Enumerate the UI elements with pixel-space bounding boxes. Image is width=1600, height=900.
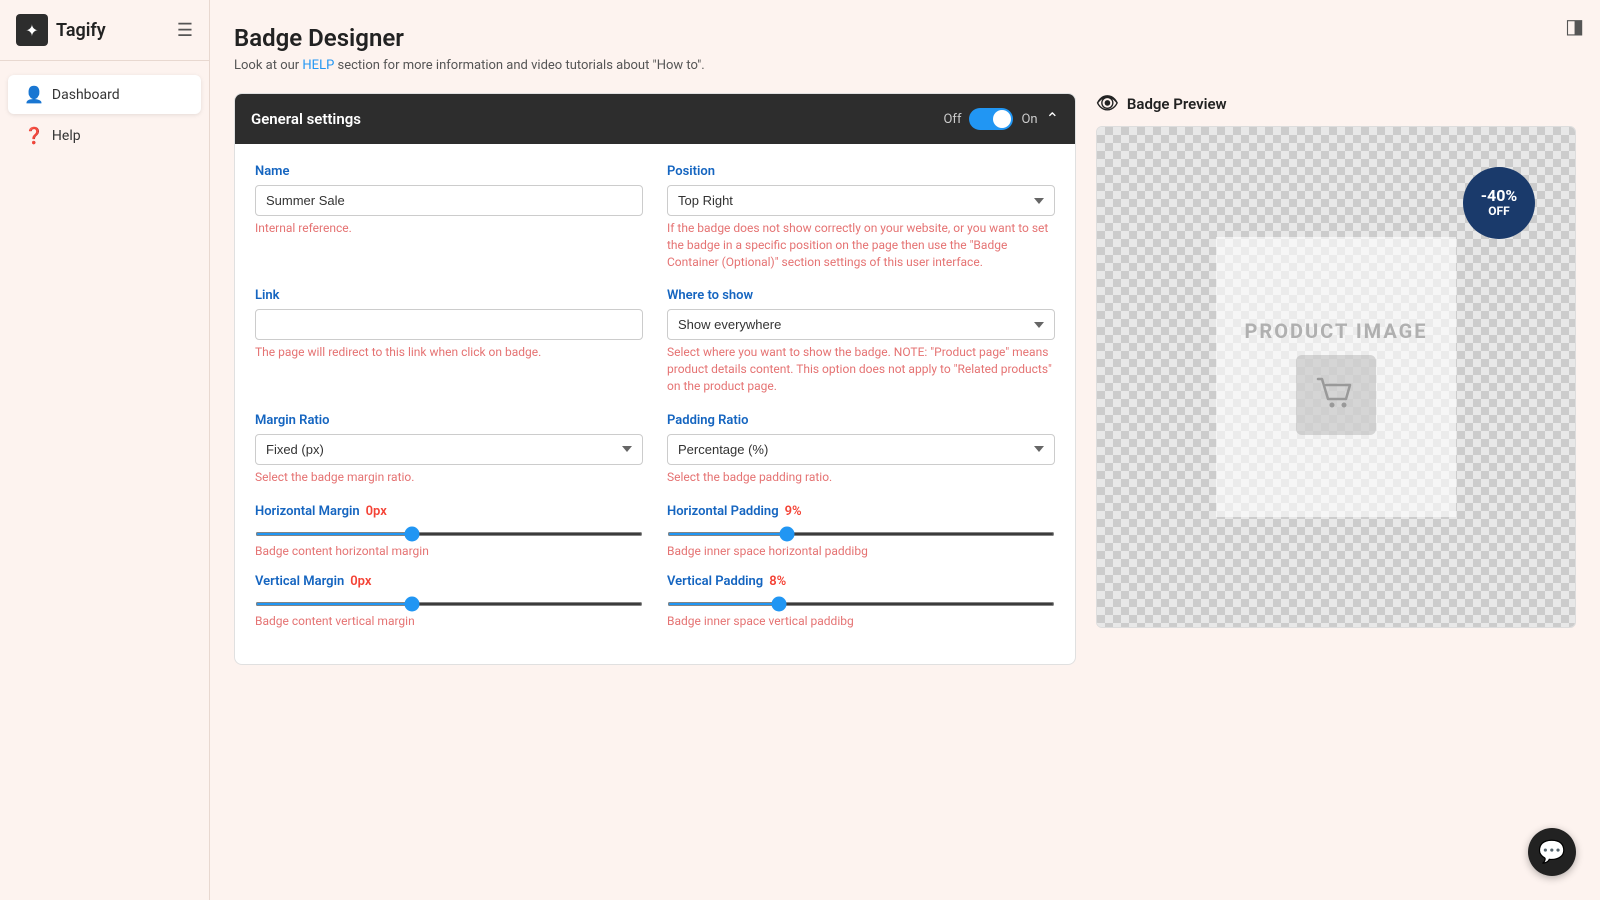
position-select[interactable]: Top RightTop LeftBottom RightBottom Left… [667,185,1055,216]
padding-ratio-select[interactable]: Percentage (%)Fixed (px) [667,434,1055,465]
padding-ratio-field-group: Padding Ratio Percentage (%)Fixed (px) S… [667,413,1055,486]
vertical-padding-label: Vertical Padding [667,574,763,589]
vertical-padding-value: 8% [769,574,786,589]
link-input[interactable] [255,309,643,340]
sidebar-logo: ✦ Tagify ☰ [0,0,209,61]
horizontal-padding-range[interactable] [667,532,1055,536]
horizontal-padding-label: Horizontal Padding [667,504,779,519]
position-field-group: Position Top RightTop LeftBottom RightBo… [667,164,1055,270]
vertical-padding-slider-section: Vertical Padding 8% Badge inner space ve… [667,574,1055,628]
topbar-icon[interactable]: ◨ [1565,14,1584,38]
position-label: Position [667,164,1055,179]
horizontal-margin-hint: Badge content horizontal margin [255,544,643,558]
product-image-area: PRODUCT IMAGE [1216,237,1456,517]
sidebar-item-help[interactable]: ❓ Help [8,116,201,155]
toggle-knob [993,110,1011,128]
main-content: ◨ Badge Designer Look at our HELP sectio… [210,0,1600,900]
vertical-margin-range[interactable] [255,602,643,606]
toggle-on-label: On [1021,112,1037,127]
link-field-group: Link The page will redirect to this link… [255,288,643,394]
app-name: Tagify [56,20,106,41]
where-to-show-select[interactable]: Show everywhereProduct page onlyCategory… [667,309,1055,340]
checkerboard-bg: PRODUCT IMAGE -40% OFF [1097,127,1575,627]
settings-grid: Name Internal reference. Position Top Ri… [255,164,1055,644]
logo-icon: ✦ [16,14,48,46]
product-image-text: PRODUCT IMAGE [1245,319,1428,343]
link-label: Link [255,288,643,303]
sidebar-item-help-label: Help [52,128,81,144]
settings-header: General settings Off On ⌃ [235,94,1075,144]
horizontal-padding-hint: Badge inner space horizontal paddibg [667,544,1055,558]
badge-off: OFF [1488,204,1509,218]
vertical-padding-hint: Badge inner space vertical paddibg [667,614,1055,628]
vertical-margin-value: 0px [350,574,371,589]
sidebar-item-dashboard-label: Dashboard [52,87,120,103]
badge-percent: -40% [1481,188,1518,204]
horizontal-margin-label: Horizontal Margin [255,504,360,519]
name-label: Name [255,164,643,179]
cart-icon-area [1296,355,1376,435]
margin-ratio-hint: Select the badge margin ratio. [255,469,643,486]
preview-title: Badge Preview [1127,95,1227,113]
horizontal-margin-slider-section: Horizontal Margin 0px Badge content hori… [255,504,643,558]
sidebar-nav: 👤 Dashboard ❓ Help [0,61,209,169]
preview-card: PRODUCT IMAGE -40% OFF [1096,126,1576,628]
name-hint: Internal reference. [255,220,643,237]
margin-ratio-field-group: Margin Ratio Fixed (px)Percentage (%) Se… [255,413,643,486]
toggle-switch[interactable] [969,108,1013,130]
chat-widget[interactable]: 💬 [1528,828,1576,876]
horizontal-margin-range[interactable] [255,532,643,536]
sidebar: ✦ Tagify ☰ 👤 Dashboard ❓ Help [0,0,210,900]
horizontal-margin-label-row: Horizontal Margin 0px [255,504,643,519]
name-input[interactable] [255,185,643,216]
help-icon: ❓ [24,126,44,145]
subtitle-post: section for more information and video t… [334,58,704,73]
position-hint: If the badge does not show correctly on … [667,220,1055,270]
content-layout: General settings Off On ⌃ Name In [234,93,1576,665]
link-hint: The page will redirect to this link when… [255,344,643,361]
where-to-show-label: Where to show [667,288,1055,303]
margin-ratio-select[interactable]: Fixed (px)Percentage (%) [255,434,643,465]
vertical-padding-label-row: Vertical Padding 8% [667,574,1055,589]
horizontal-padding-label-row: Horizontal Padding 9% [667,504,1055,519]
settings-body: Name Internal reference. Position Top Ri… [235,144,1075,664]
help-link[interactable]: HELP [302,58,334,73]
page-subtitle: Look at our HELP section for more inform… [234,58,1576,73]
vertical-margin-label-row: Vertical Margin 0px [255,574,643,589]
chat-icon: 💬 [1538,840,1565,865]
vertical-margin-slider-section: Vertical Margin 0px Badge content vertic… [255,574,643,628]
horizontal-margin-value: 0px [366,504,387,519]
eye-icon: 👁 [1096,93,1119,114]
padding-ratio-hint: Select the badge padding ratio. [667,469,1055,486]
where-to-show-hint: Select where you want to show the badge.… [667,344,1055,394]
preview-header: 👁 Badge Preview [1096,93,1576,114]
badge-overlay: -40% OFF [1463,167,1535,239]
preview-section: 👁 Badge Preview PRODUCT IMAGE [1096,93,1576,628]
toggle-off-label: Off [943,112,961,127]
horizontal-padding-value: 9% [785,504,802,519]
name-field-group: Name Internal reference. [255,164,643,270]
margin-ratio-label: Margin Ratio [255,413,643,428]
vertical-margin-hint: Badge content vertical margin [255,614,643,628]
settings-header-right: Off On ⌃ [943,108,1059,130]
cart-icon [1312,371,1360,419]
hamburger-icon[interactable]: ☰ [177,20,193,41]
vertical-padding-range[interactable] [667,602,1055,606]
sidebar-item-dashboard[interactable]: 👤 Dashboard [8,75,201,114]
padding-ratio-label: Padding Ratio [667,413,1055,428]
horizontal-padding-slider-section: Horizontal Padding 9% Badge inner space … [667,504,1055,558]
settings-header-title: General settings [251,110,361,128]
where-to-show-field-group: Where to show Show everywhereProduct pag… [667,288,1055,394]
settings-card: General settings Off On ⌃ Name In [234,93,1076,665]
collapse-button[interactable]: ⌃ [1046,109,1059,129]
page-title: Badge Designer [234,24,1576,52]
dashboard-icon: 👤 [24,85,44,104]
subtitle-pre: Look at our [234,58,302,73]
logo-char: ✦ [25,21,38,40]
vertical-margin-label: Vertical Margin [255,574,344,589]
